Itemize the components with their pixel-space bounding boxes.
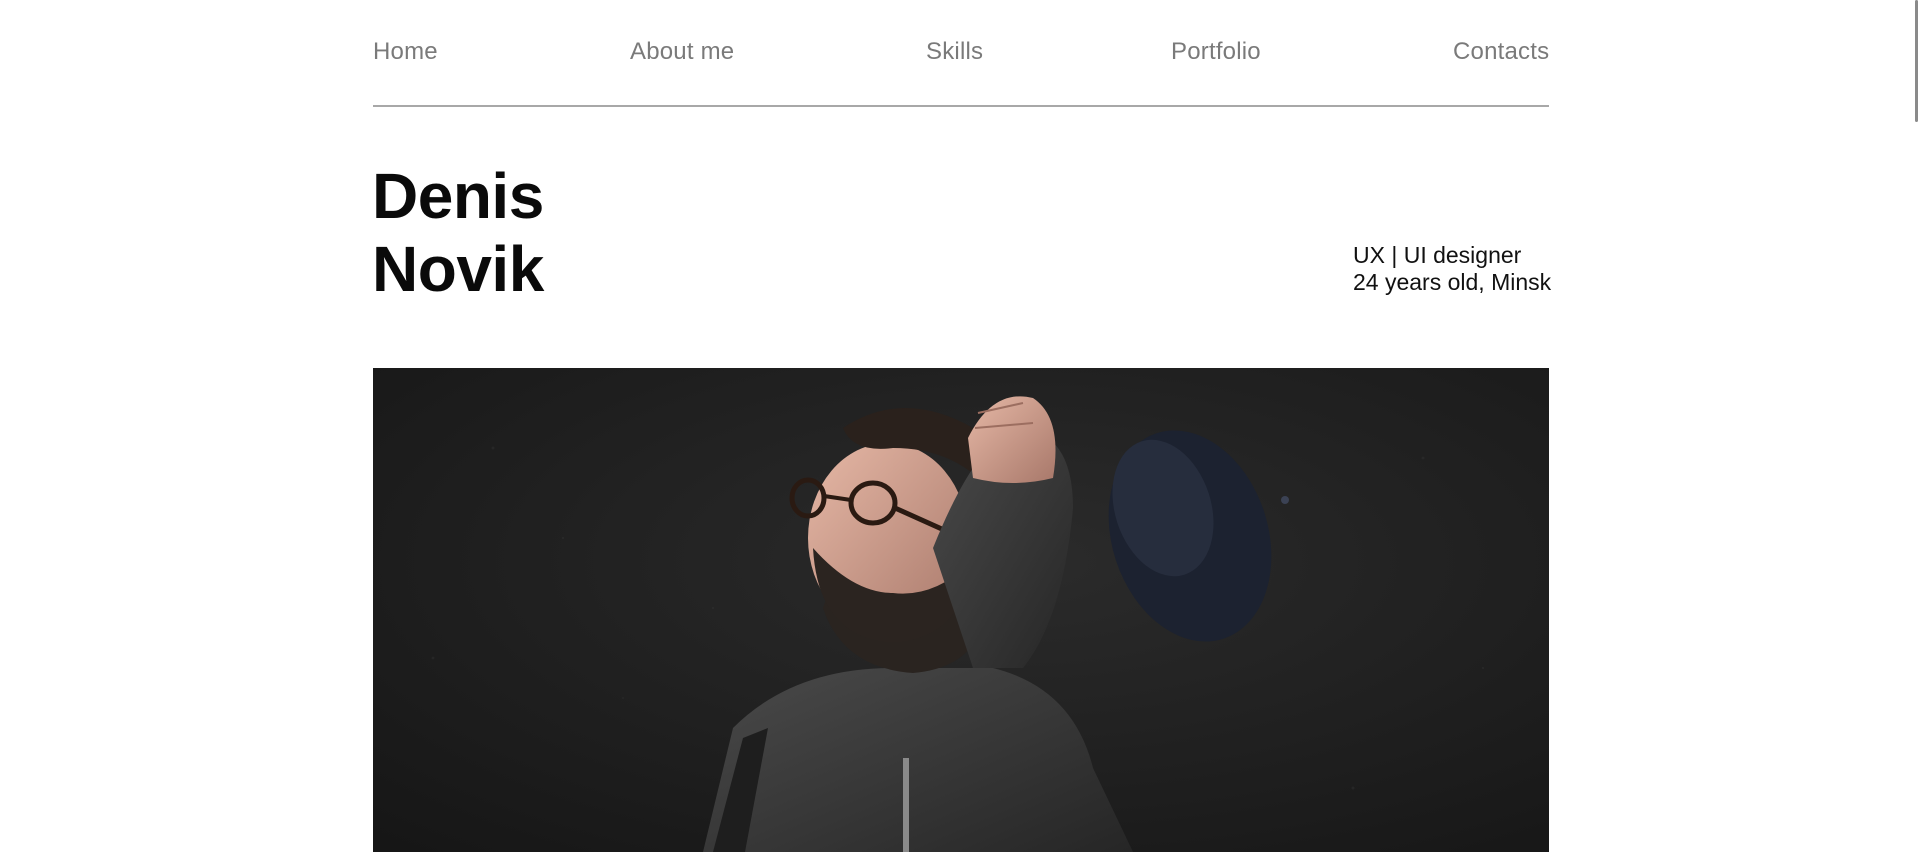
age-location-text: 24 years old, Minsk [1353,269,1552,295]
page-scrollbar[interactable] [1906,0,1920,852]
nav-item-skills[interactable]: Skills [926,38,983,66]
nav-item-contacts[interactable]: Contacts [1453,38,1549,66]
hero-info: UX | UI designer 24 years old, Minsk [1353,242,1551,296]
portrait-illustration [373,368,1549,852]
last-name: Novik [372,233,544,305]
first-name: Denis [372,160,544,232]
role-text: UX | UI designer [1353,242,1522,268]
nav-item-home[interactable]: Home [373,38,438,66]
top-navigation: Home About me Skills Portfolio Contacts [373,0,1549,107]
nav-item-about-me[interactable]: About me [630,38,734,66]
scrollbar-thumb[interactable] [1915,0,1918,122]
hero-name-heading: Denis Novik [372,160,544,306]
portrait-photo [373,368,1549,852]
nav-item-portfolio[interactable]: Portfolio [1171,38,1261,66]
portfolio-page: Home About me Skills Portfolio Contacts … [0,0,1920,852]
